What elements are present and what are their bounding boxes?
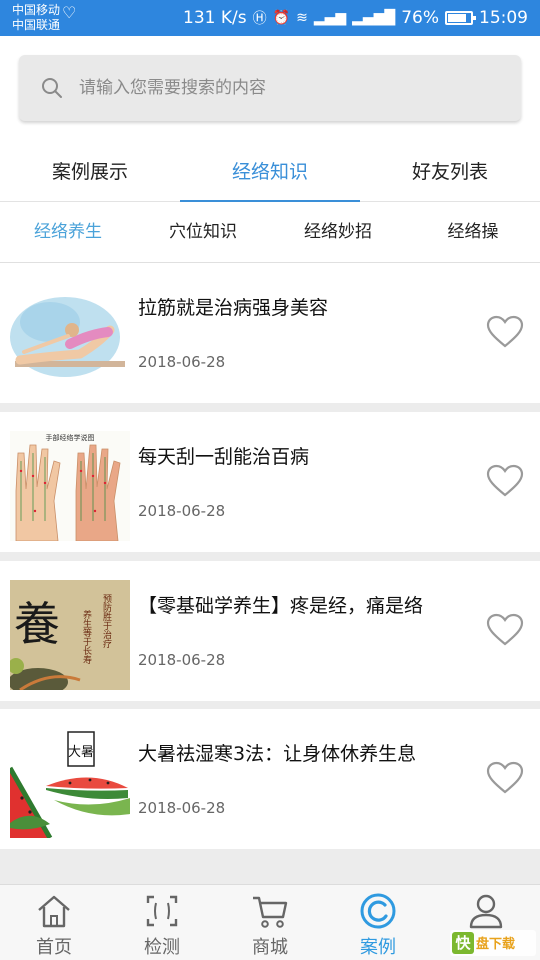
- watermark-text: 盘下载: [476, 937, 516, 952]
- article-item[interactable]: 養 预防胜于治疗 养生等于长寿 【零基础学养生】疼是经，痛是络 2018-06-…: [0, 561, 540, 701]
- subtab-meridian-exercise[interactable]: 经络操: [408, 202, 538, 262]
- thumb-watermelon-mark: 大暑: [68, 745, 94, 760]
- signal-4g-icon: ▂▄▆█: [352, 10, 396, 26]
- case-icon: [360, 893, 396, 929]
- article-thumbnail-hand-chart: 手部经络学说图: [10, 431, 130, 541]
- scan-icon: [146, 895, 178, 927]
- battery-percent: 76%: [401, 8, 439, 28]
- heart-icon[interactable]: [486, 613, 524, 647]
- article-thumbnail-watermelon: 大暑: [10, 728, 130, 838]
- article-date: 2018-06-28: [138, 353, 226, 371]
- network-speed: 131 K/s: [183, 8, 247, 28]
- search-box[interactable]: [19, 55, 521, 121]
- nav-cases[interactable]: 案例: [324, 885, 432, 960]
- heart-icon[interactable]: [486, 464, 524, 498]
- subtab-meridian-tips[interactable]: 经络妙招: [273, 202, 403, 262]
- article-date: 2018-06-28: [138, 651, 226, 669]
- clock: 15:09: [479, 8, 528, 28]
- heartbeat-icon: ♡: [62, 3, 77, 22]
- nav-detect[interactable]: 检测: [108, 885, 216, 960]
- thumb-chart-heading: 手部经络学说图: [46, 433, 95, 442]
- tab-case-showcase[interactable]: 案例展示: [0, 144, 180, 202]
- watermark-logo-mark: 快: [452, 932, 474, 954]
- carrier-2: 中国联通: [12, 18, 61, 32]
- bottom-nav: 首页 检测 商城 案例 快 盘下载: [0, 884, 540, 960]
- cart-icon: [253, 896, 288, 928]
- article-title[interactable]: 【零基础学养生】疼是经，痛是络: [138, 591, 423, 618]
- nav-mall[interactable]: 商城: [216, 885, 324, 960]
- carrier-info: 中国移动 中国联通 ♡: [12, 3, 76, 33]
- article-thumbnail-calligraphy: 養 预防胜于治疗 养生等于长寿: [10, 580, 130, 690]
- signal-2g-icon: ▂▄▆: [313, 10, 347, 26]
- heart-icon[interactable]: [486, 761, 524, 795]
- main-tab-bar: 案例展示 经络知识 好友列表: [0, 144, 540, 203]
- alarm-icon: ⏰: [272, 10, 291, 26]
- thumb-calligraphy-line-2: 养生等于长寿: [81, 609, 92, 664]
- search-area: [0, 36, 540, 144]
- profile-icon: [469, 894, 503, 929]
- nav-home[interactable]: 首页: [0, 885, 108, 960]
- article-item[interactable]: 手部经络学说图 每天刮一刮能治百病 2018-06-28: [0, 412, 540, 552]
- search-input[interactable]: [79, 69, 499, 107]
- nav-label: 案例: [360, 937, 396, 958]
- article-date: 2018-06-28: [138, 502, 226, 520]
- article-thumbnail-stretching: [10, 282, 130, 392]
- article-title[interactable]: 每天刮一刮能治百病: [138, 442, 309, 469]
- article-title[interactable]: 拉筋就是治病强身美容: [138, 293, 328, 320]
- tab-meridian-knowledge[interactable]: 经络知识: [180, 144, 360, 203]
- article-item[interactable]: 拉筋就是治病强身美容 2018-06-28: [0, 263, 540, 403]
- status-indicators: 131 K/s Ⓗ ⏰ ≋ ▂▄▆ ▂▄▆█ 76% 15:09: [183, 6, 528, 30]
- article-item[interactable]: 大暑 大暑祛湿寒3法：让身体休养生息 2018-06-28: [0, 709, 540, 849]
- thumb-calligraphy-big: 養: [14, 597, 60, 651]
- tab-friend-list[interactable]: 好友列表: [360, 144, 540, 202]
- hd-icon: Ⓗ: [252, 11, 267, 27]
- wifi-icon: ≋: [296, 10, 308, 26]
- heart-icon[interactable]: [486, 315, 524, 349]
- carrier-1: 中国移动: [12, 3, 61, 17]
- article-title[interactable]: 大暑祛湿寒3法：让身体休养生息: [138, 739, 416, 766]
- home-icon: [38, 895, 70, 928]
- search-icon: [42, 78, 62, 98]
- battery-icon: [445, 11, 476, 25]
- subtab-acupoint-knowledge[interactable]: 穴位知识: [138, 202, 268, 262]
- nav-label: 商城: [252, 937, 288, 958]
- nav-label: 首页: [36, 937, 72, 958]
- status-bar: 中国移动 中国联通 ♡ 131 K/s Ⓗ ⏰ ≋ ▂▄▆ ▂▄▆█ 76% 1…: [0, 0, 540, 36]
- nav-label: 检测: [144, 937, 180, 958]
- subtab-meridian-health[interactable]: 经络养生: [3, 202, 133, 262]
- sub-tab-bar: 经络养生 穴位知识 经络妙招 经络操: [0, 202, 540, 263]
- article-date: 2018-06-28: [138, 799, 226, 817]
- watermark-logo: 快 盘下载: [450, 930, 536, 956]
- thumb-calligraphy-line-1: 预防胜于治疗: [101, 594, 112, 649]
